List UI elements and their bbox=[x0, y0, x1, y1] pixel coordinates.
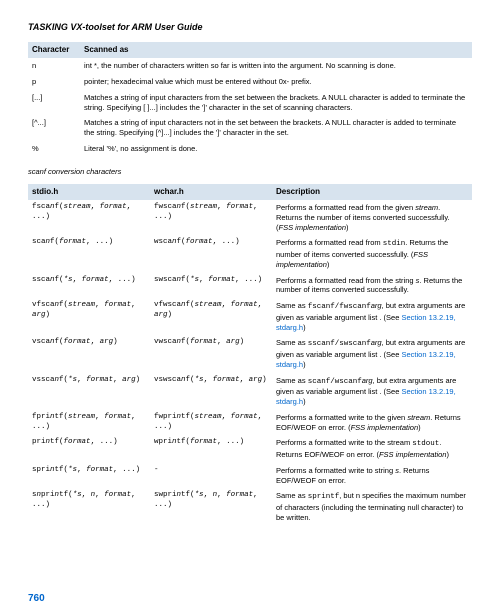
cell-char: [^...] bbox=[28, 115, 80, 141]
cell-stdio: vscanf(format, arg) bbox=[28, 335, 150, 372]
cell-stdio: scanf(format, ...) bbox=[28, 235, 150, 272]
cell-wchar: vswscanf(*s, format, arg) bbox=[150, 373, 272, 410]
cell-desc: Same as sscanf/swscanfarg, but extra arg… bbox=[272, 335, 472, 372]
cell-wchar: swprintf(*s, n, format, ...) bbox=[150, 488, 272, 525]
table-row: ppointer; hexadecimal value which must b… bbox=[28, 74, 472, 90]
col-stdio: stdio.h bbox=[28, 184, 150, 200]
cell-wchar: fwscanf(stream, format, ...) bbox=[150, 200, 272, 235]
cell-char: n bbox=[28, 58, 80, 74]
table-row: vsscanf(*s, format, arg)vswscanf(*s, for… bbox=[28, 373, 472, 410]
table-row: scanf(format, ...)wscanf(format, ...)Per… bbox=[28, 235, 472, 272]
table-row: [...]Matches a string of input character… bbox=[28, 90, 472, 116]
cell-desc: Matches a string of input characters not… bbox=[80, 115, 472, 141]
cell-desc: Same as scanf/wscanfarg, but extra argum… bbox=[272, 373, 472, 410]
table-header-row: Character Scanned as bbox=[28, 42, 472, 58]
cell-wchar: fwprintf(stream, format, ...) bbox=[150, 410, 272, 436]
page: TASKING VX-toolset for ARM User Guide Ch… bbox=[0, 0, 500, 616]
cell-wchar: vwscanf(format, arg) bbox=[150, 335, 272, 372]
table-scanned-as: Character Scanned as nint *, the number … bbox=[28, 42, 472, 157]
cell-desc: Matches a string of input characters fro… bbox=[80, 90, 472, 116]
cell-wchar: wscanf(format, ...) bbox=[150, 235, 272, 272]
cell-stdio: snprintf(*s, n, format, ...) bbox=[28, 488, 150, 525]
cell-stdio: sscanf(*s, format, ...) bbox=[28, 273, 150, 299]
cell-stdio: fscanf(stream, format, ...) bbox=[28, 200, 150, 235]
cell-wchar: - bbox=[150, 463, 272, 489]
table-row: sprintf(*s, format, ...)-Performs a form… bbox=[28, 463, 472, 489]
cell-stdio: sprintf(*s, format, ...) bbox=[28, 463, 150, 489]
cell-desc: Performs a formatted write to string s. … bbox=[272, 463, 472, 489]
cell-desc: Performs a formatted read from stdin. Re… bbox=[272, 235, 472, 272]
table-header-row: stdio.h wchar.h Description bbox=[28, 184, 472, 200]
doc-title: TASKING VX-toolset for ARM User Guide bbox=[28, 22, 472, 32]
table-row: vscanf(format, arg)vwscanf(format, arg)S… bbox=[28, 335, 472, 372]
cell-desc: Performs a formatted read from the strin… bbox=[272, 273, 472, 299]
table-row: %Literal '%', no assignment is done. bbox=[28, 141, 472, 157]
cell-stdio: vsscanf(*s, format, arg) bbox=[28, 373, 150, 410]
col-wchar: wchar.h bbox=[150, 184, 272, 200]
cell-char: [...] bbox=[28, 90, 80, 116]
cell-char: p bbox=[28, 74, 80, 90]
table-row: vfscanf(stream, format, arg)vfwscanf(str… bbox=[28, 298, 472, 335]
cell-wchar: wprintf(format, ...) bbox=[150, 435, 272, 463]
caption-scanf: scanf conversion characters bbox=[28, 167, 472, 176]
cell-stdio: printf(format, ...) bbox=[28, 435, 150, 463]
table-row: sscanf(*s, format, ...)swscanf(*s, forma… bbox=[28, 273, 472, 299]
cell-desc: int *, the number of characters written … bbox=[80, 58, 472, 74]
cell-desc: pointer; hexadecimal value which must be… bbox=[80, 74, 472, 90]
cell-wchar: swscanf(*s, format, ...) bbox=[150, 273, 272, 299]
cell-stdio: fprintf(stream, format, ...) bbox=[28, 410, 150, 436]
table-row: printf(format, ...)wprintf(format, ...)P… bbox=[28, 435, 472, 463]
cell-desc: Literal '%', no assignment is done. bbox=[80, 141, 472, 157]
cell-desc: Same as fscanf/fwscanfarg, but extra arg… bbox=[272, 298, 472, 335]
table-row: fprintf(stream, format, ...)fwprintf(str… bbox=[28, 410, 472, 436]
table-functions: stdio.h wchar.h Description fscanf(strea… bbox=[28, 184, 472, 526]
cell-wchar: vfwscanf(stream, format, arg) bbox=[150, 298, 272, 335]
col-scanned-as: Scanned as bbox=[80, 42, 472, 58]
cell-char: % bbox=[28, 141, 80, 157]
col-character: Character bbox=[28, 42, 80, 58]
page-number: 760 bbox=[28, 593, 45, 604]
cell-desc: Performs a formatted write to the stream… bbox=[272, 435, 472, 463]
cell-stdio: vfscanf(stream, format, arg) bbox=[28, 298, 150, 335]
table-row: fscanf(stream, format, ...)fwscanf(strea… bbox=[28, 200, 472, 235]
table-row: snprintf(*s, n, format, ...)swprintf(*s,… bbox=[28, 488, 472, 525]
col-description: Description bbox=[272, 184, 472, 200]
table-row: [^...]Matches a string of input characte… bbox=[28, 115, 472, 141]
cell-desc: Performs a formatted write to the given … bbox=[272, 410, 472, 436]
table-row: nint *, the number of characters written… bbox=[28, 58, 472, 74]
cell-desc: Same as sprintf, but n specifies the max… bbox=[272, 488, 472, 525]
cell-desc: Performs a formatted read from the given… bbox=[272, 200, 472, 235]
